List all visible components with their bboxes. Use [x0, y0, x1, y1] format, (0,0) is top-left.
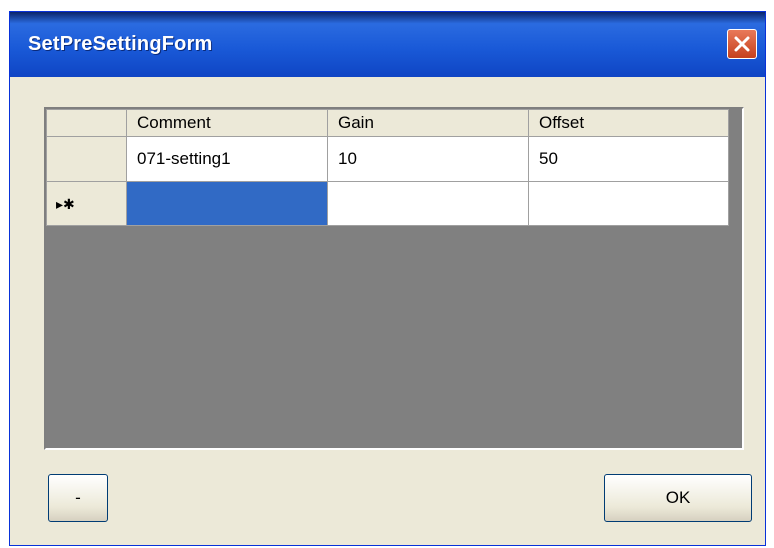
- row-header[interactable]: [46, 136, 127, 182]
- title-bar[interactable]: SetPreSettingForm: [10, 12, 765, 77]
- settings-grid[interactable]: Comment Gain Offset 071-setting1 10 50 ▸…: [44, 107, 744, 450]
- column-header-gain[interactable]: Gain: [327, 109, 529, 137]
- column-header-offset[interactable]: Offset: [528, 109, 729, 137]
- window-title: SetPreSettingForm: [28, 33, 213, 55]
- new-cell-offset[interactable]: [528, 181, 729, 226]
- header-row: Comment Gain Offset: [46, 109, 729, 137]
- grid-table: Comment Gain Offset 071-setting1 10 50 ▸…: [46, 109, 729, 226]
- close-button[interactable]: [727, 29, 757, 59]
- close-icon: [734, 36, 750, 52]
- header-corner[interactable]: [46, 109, 127, 137]
- cell-offset[interactable]: 50: [528, 136, 729, 182]
- new-cell-gain[interactable]: [327, 181, 529, 226]
- column-header-comment[interactable]: Comment: [126, 109, 328, 137]
- dialog-window: SetPreSettingForm Comment Gain Offset 07…: [9, 11, 766, 546]
- table-row: 071-setting1 10 50: [46, 136, 729, 182]
- cell-comment[interactable]: 071-setting1: [126, 136, 328, 182]
- new-cell-comment[interactable]: [126, 181, 328, 226]
- remove-button[interactable]: -: [48, 474, 108, 522]
- ok-button[interactable]: OK: [604, 474, 752, 522]
- cell-gain[interactable]: 10: [327, 136, 529, 182]
- new-row-header[interactable]: ▸✱: [46, 181, 127, 226]
- new-row: ▸✱: [46, 181, 729, 226]
- new-row-marker-icon: ▸✱: [56, 195, 75, 212]
